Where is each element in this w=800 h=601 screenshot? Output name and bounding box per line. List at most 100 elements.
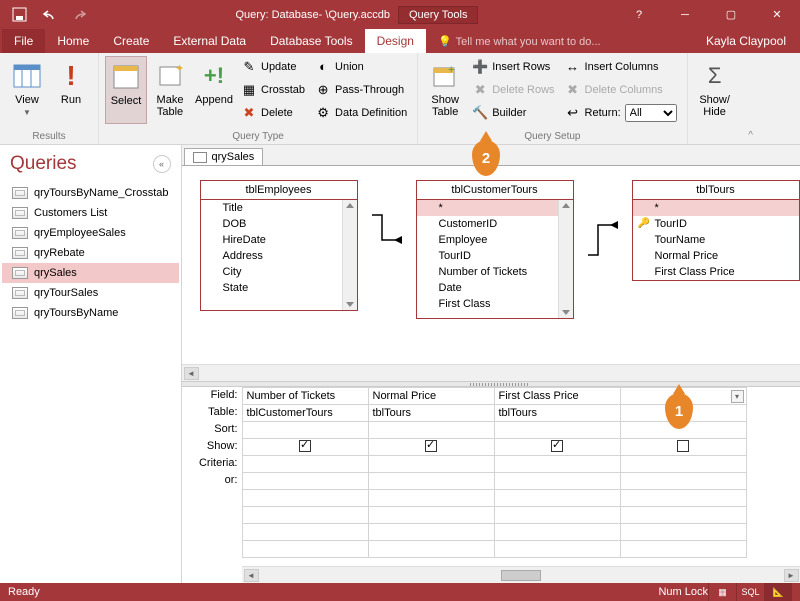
grid-cell[interactable]: Normal Price	[368, 388, 494, 405]
grid-cell[interactable]	[494, 507, 620, 524]
field[interactable]: DOB	[201, 216, 357, 232]
field[interactable]: Address	[201, 248, 357, 264]
nav-item-qrytoursales[interactable]: qryTourSales	[2, 283, 179, 303]
view-button[interactable]: View▼	[6, 56, 48, 124]
grid-cell[interactable]	[620, 507, 746, 524]
insertcols-button[interactable]: ↔Insert Columns	[561, 56, 681, 77]
user-name[interactable]: Kayla Claypool	[692, 29, 800, 53]
grid-cell[interactable]	[242, 473, 368, 490]
grid-cell[interactable]	[620, 524, 746, 541]
grid-cell[interactable]	[242, 456, 368, 473]
field[interactable]: First Class Price	[633, 264, 799, 280]
scrollbar[interactable]	[342, 200, 357, 310]
grid-cell[interactable]	[368, 439, 494, 456]
grid-cell[interactable]	[620, 490, 746, 507]
tab-create[interactable]: Create	[101, 29, 161, 53]
tab-dbtools[interactable]: Database Tools	[258, 29, 365, 53]
field[interactable]: Number of Tickets	[417, 264, 573, 280]
union-button[interactable]: ◐Union	[311, 56, 411, 77]
grid-cell[interactable]	[368, 422, 494, 439]
grid-cell[interactable]	[242, 541, 368, 558]
field[interactable]: *	[417, 200, 573, 216]
show-checkbox[interactable]	[425, 440, 437, 452]
nav-item-customers list[interactable]: Customers List	[2, 203, 179, 223]
grid-cell[interactable]	[494, 490, 620, 507]
dropdown-icon[interactable]: ▾	[731, 390, 744, 403]
tab-external[interactable]: External Data	[161, 29, 258, 53]
grid-cell[interactable]: tblTours	[368, 405, 494, 422]
field[interactable]: State	[201, 280, 357, 296]
datasheet-view-icon[interactable]: ▦	[708, 583, 736, 601]
grid-cell[interactable]	[242, 439, 368, 456]
insertrows-button[interactable]: ➕Insert Rows	[468, 56, 558, 77]
nav-item-qryemployeesales[interactable]: qryEmployeeSales	[2, 223, 179, 243]
field[interactable]: City	[201, 264, 357, 280]
relationships-pane[interactable]: tblEmployees TitleDOBHireDateAddressCity…	[182, 166, 800, 364]
showtable-button[interactable]: +Show Table	[424, 56, 466, 124]
deleterows-button[interactable]: ✖Delete Rows	[468, 79, 558, 100]
field[interactable]: Title	[201, 200, 357, 216]
grid-cell[interactable]	[620, 541, 746, 558]
design-view-icon[interactable]: 📐	[764, 583, 792, 601]
run-button[interactable]: !Run	[50, 56, 92, 124]
maketable-button[interactable]: ✦Make Table	[149, 56, 191, 124]
passthrough-button[interactable]: ⊕Pass-Through	[311, 79, 411, 100]
grid-cell[interactable]: Number of Tickets	[242, 388, 368, 405]
grid-cell[interactable]	[368, 473, 494, 490]
select-button[interactable]: Select	[105, 56, 147, 124]
show-checkbox[interactable]	[551, 440, 563, 452]
save-icon[interactable]	[8, 4, 30, 26]
grid-cell[interactable]	[494, 422, 620, 439]
grid-cell[interactable]	[620, 473, 746, 490]
tab-design[interactable]: Design	[365, 29, 426, 53]
grid-cell[interactable]: tblTours	[494, 405, 620, 422]
h-scroll-upper[interactable]: ◄►	[182, 364, 800, 381]
grid-cell[interactable]	[368, 524, 494, 541]
grid-cell[interactable]	[620, 456, 746, 473]
maximize-icon[interactable]: ▢	[708, 0, 754, 29]
nav-item-qryrebate[interactable]: qryRebate	[2, 243, 179, 263]
show-checkbox[interactable]	[299, 440, 311, 452]
field[interactable]: TourID	[417, 248, 573, 264]
redo-icon[interactable]	[68, 4, 90, 26]
grid-cell[interactable]: tblCustomerTours	[242, 405, 368, 422]
undo-icon[interactable]	[38, 4, 60, 26]
grid-cell[interactable]	[242, 507, 368, 524]
grid-cell[interactable]	[242, 524, 368, 541]
grid-cell[interactable]	[494, 473, 620, 490]
grid-cell[interactable]	[494, 524, 620, 541]
h-scroll-grid[interactable]: ◄►	[242, 566, 800, 583]
grid-cell[interactable]	[242, 490, 368, 507]
field[interactable]: Normal Price	[633, 248, 799, 264]
deletecols-button[interactable]: ✖Delete Columns	[561, 79, 681, 100]
close-icon[interactable]: ✕	[754, 0, 800, 29]
field[interactable]: TourName	[633, 232, 799, 248]
builder-button[interactable]: 🔨Builder	[468, 102, 558, 123]
table-customertours[interactable]: tblCustomerTours *CustomerIDEmployeeTour…	[416, 180, 574, 319]
grid-cell[interactable]	[242, 422, 368, 439]
field[interactable]: Employee	[417, 232, 573, 248]
sql-view-icon[interactable]: SQL	[736, 583, 764, 601]
nav-title[interactable]: Queries	[10, 153, 153, 175]
return-select[interactable]: All	[625, 104, 677, 122]
crosstab-button[interactable]: ▦Crosstab	[237, 79, 309, 100]
minimize-icon[interactable]: ─	[662, 0, 708, 29]
field[interactable]: TourID🔑	[633, 216, 799, 232]
grid-cell[interactable]	[368, 507, 494, 524]
datadef-button[interactable]: ⚙Data Definition	[311, 102, 411, 123]
nav-collapse-icon[interactable]: «	[153, 155, 171, 173]
table-tours[interactable]: tblTours *TourID🔑TourNameNormal PriceFir…	[632, 180, 800, 281]
grid-cell[interactable]: First Class Price	[494, 388, 620, 405]
scrollbar[interactable]	[558, 200, 573, 318]
tab-home[interactable]: Home	[45, 29, 101, 53]
showhide-button[interactable]: ΣShow/ Hide	[694, 56, 736, 124]
field[interactable]: First Class	[417, 296, 573, 312]
field[interactable]: CustomerID	[417, 216, 573, 232]
tab-file[interactable]: File	[2, 29, 45, 53]
append-button[interactable]: +!Append	[193, 56, 235, 124]
grid-cell[interactable]	[494, 456, 620, 473]
table-employees[interactable]: tblEmployees TitleDOBHireDateAddressCity…	[200, 180, 358, 311]
nav-item-qrytoursbyname[interactable]: qryToursByName	[2, 303, 179, 323]
collapse-ribbon-icon[interactable]: ^	[742, 53, 760, 144]
grid-cell[interactable]	[368, 490, 494, 507]
